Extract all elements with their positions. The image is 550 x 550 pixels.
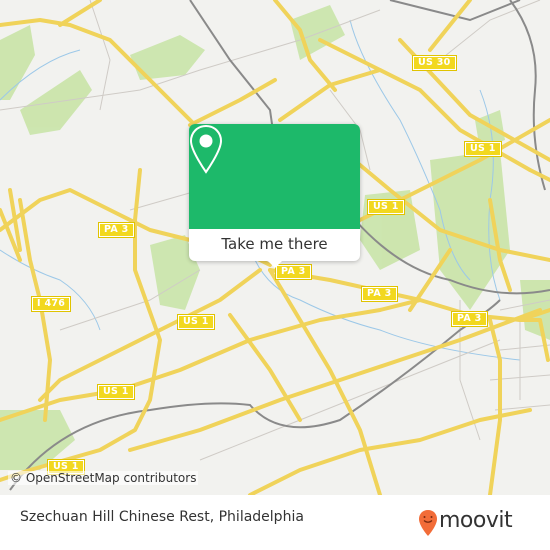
road-shield-i-476: I 476: [30, 296, 72, 312]
map-attribution[interactable]: © OpenStreetMap contributors: [8, 471, 199, 485]
road-shield-us-1: US 1: [367, 199, 405, 215]
moovit-wordmark: moovit: [439, 508, 513, 533]
map-view[interactable]: US 30 US 1 US 1 PA 3 PA 3 PA 3 PA 3 I 47…: [0, 0, 550, 495]
road-shield-pa-3: PA 3: [451, 311, 488, 327]
road-shield-us-1: US 1: [97, 384, 135, 400]
take-me-there-button[interactable]: Take me there: [189, 229, 360, 261]
road-shield-us-1: US 1: [177, 314, 215, 330]
footer-bar: Szechuan Hill Chinese Rest, Philadelphia…: [0, 495, 550, 550]
take-me-there-popup[interactable]: Take me there: [189, 124, 360, 268]
moovit-pin-icon: [419, 510, 437, 536]
map-pin-icon: [189, 124, 223, 174]
park-area: [290, 5, 345, 60]
place-name: Szechuan Hill Chinese Rest, Philadelphia: [20, 509, 304, 525]
stream: [0, 249, 101, 331]
road-shield-pa-3: PA 3: [361, 286, 398, 302]
road-shield-us-30: US 30: [412, 55, 457, 71]
road-shield-pa-3: PA 3: [98, 222, 135, 238]
road-shield-us-1: US 1: [464, 141, 502, 157]
park-area: [0, 25, 35, 100]
popup-pointer: [267, 260, 283, 268]
